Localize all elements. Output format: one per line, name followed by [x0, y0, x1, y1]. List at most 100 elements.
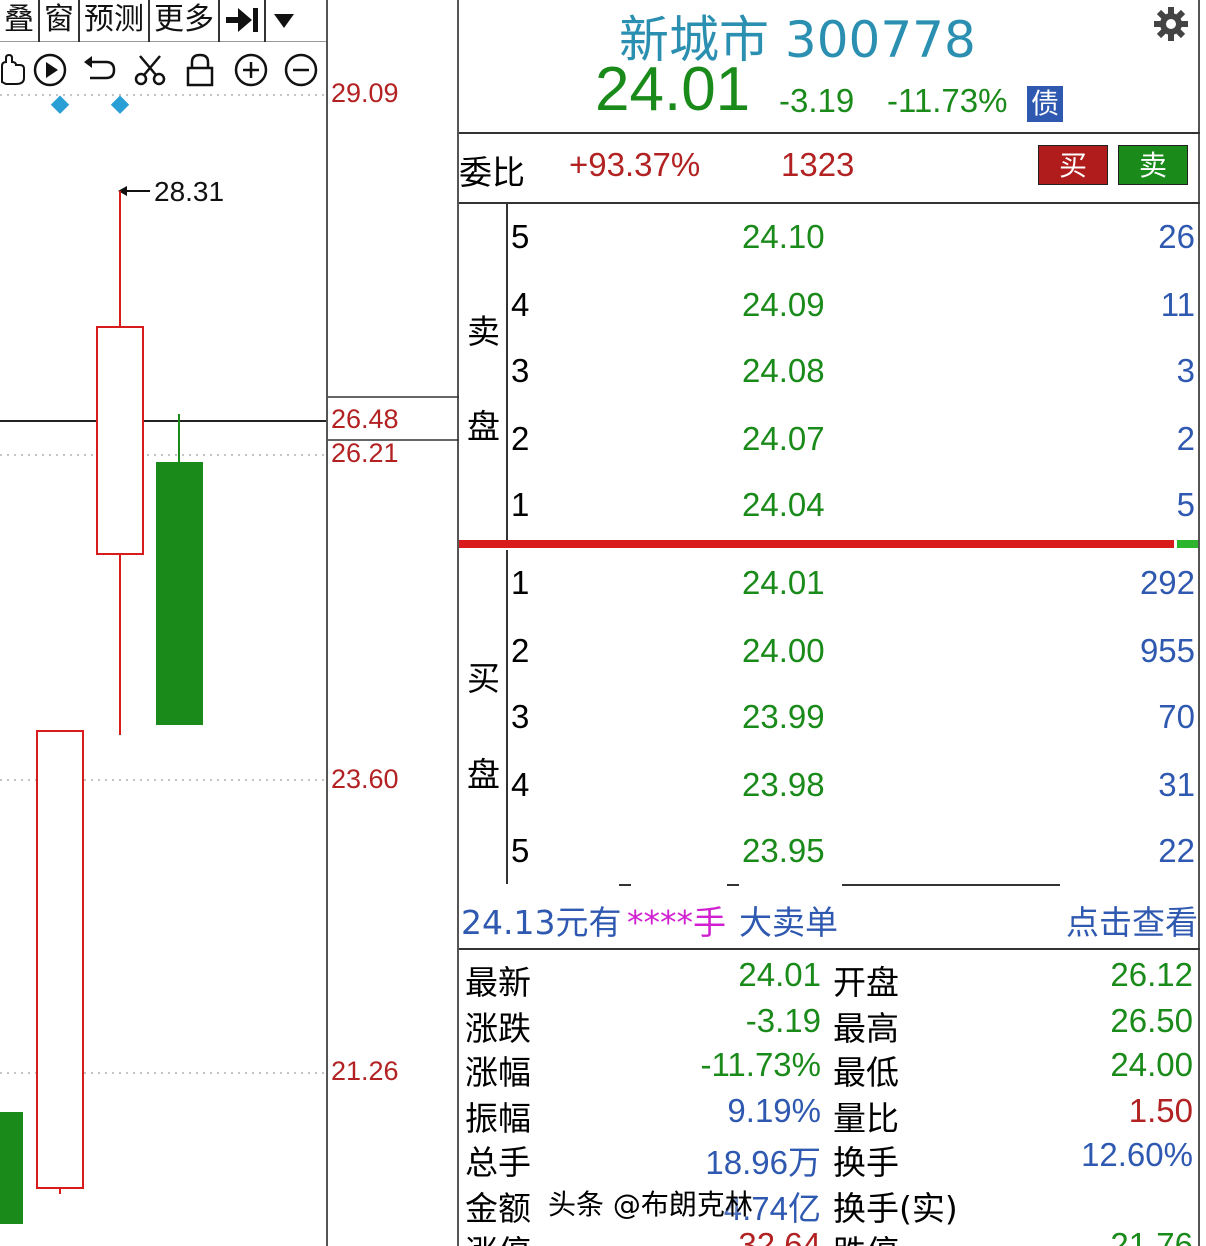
- kline-chart-panel[interactable]: 28.31 叠 窗 预测 更多: [0, 0, 328, 1246]
- sell-side-label: 盘: [467, 407, 500, 446]
- chart-toolbar: 叠 窗 预测 更多: [0, 0, 326, 42]
- ask-level: 4: [511, 286, 530, 323]
- stat-label: 换手(实): [833, 1189, 958, 1228]
- skip-to-end-button[interactable]: [220, 0, 266, 42]
- axis-label: 26.21: [331, 438, 399, 468]
- stat-label: 涨幅: [465, 1053, 531, 1092]
- skip-end-icon: [226, 8, 258, 32]
- book-divider: [506, 204, 508, 540]
- stat-value: 12.60%: [1081, 1136, 1193, 1173]
- divider: [459, 132, 1200, 134]
- divider: [619, 884, 631, 886]
- bid-volume: 955: [1139, 632, 1195, 669]
- chart-tools-row: [0, 48, 326, 92]
- divider: [727, 884, 739, 886]
- bid-level: 1: [511, 564, 530, 601]
- toolbar-overlay-button[interactable]: 叠: [0, 0, 40, 42]
- big-order-hands: ****手: [627, 903, 726, 942]
- stat-value: 9.19%: [727, 1092, 821, 1129]
- divider: [842, 884, 1060, 886]
- stat-value: 32.64: [738, 1226, 821, 1246]
- undo-icon[interactable]: [82, 52, 118, 88]
- bid-level: 3: [511, 698, 530, 735]
- zoom-out-icon[interactable]: [283, 52, 319, 88]
- toolbar-forecast-button[interactable]: 预测: [80, 0, 150, 42]
- big-order-text: 大卖单: [739, 903, 838, 942]
- ask-level: 3: [511, 352, 530, 389]
- bid-level: 2: [511, 632, 530, 669]
- stat-label: 开盘: [833, 963, 899, 1002]
- high-annotation: 28.31: [154, 176, 224, 207]
- buy-side-label: 盘: [467, 755, 500, 794]
- ask-volume: 11: [1160, 286, 1195, 323]
- chevron-down-icon: [274, 14, 294, 28]
- toolbar-more-button[interactable]: 更多: [150, 0, 220, 42]
- stat-label: 跌停: [833, 1226, 899, 1246]
- ask-level: 5: [511, 218, 530, 255]
- stat-value: 24.00: [1110, 1046, 1193, 1083]
- ask-price[interactable]: 24.07: [742, 420, 825, 458]
- buy-button[interactable]: 买: [1038, 145, 1108, 185]
- bid-price[interactable]: 24.01: [742, 564, 825, 602]
- stat-label: 最新: [465, 963, 531, 1002]
- quote-panel: 新城市 300778 24.01 -3.19 -11.73% 债 委比 +93.…: [459, 0, 1200, 1246]
- stat-label: 最高: [833, 1009, 899, 1048]
- bid-price[interactable]: 24.00: [742, 632, 825, 670]
- ask-volume: 26: [1158, 218, 1195, 255]
- divider: [459, 948, 1200, 950]
- price-change-percent: -11.73%: [887, 82, 1008, 119]
- gear-icon[interactable]: [1153, 6, 1189, 42]
- hand-icon[interactable]: [0, 52, 30, 88]
- zoom-in-icon[interactable]: [233, 52, 269, 88]
- stat-value: 18.96万: [705, 1144, 821, 1181]
- stat-value: 26.12: [1110, 956, 1193, 993]
- play-icon[interactable]: [32, 52, 68, 88]
- scissors-icon[interactable]: [132, 52, 168, 88]
- axis-label: 21.26: [331, 1056, 399, 1086]
- kline-chart: 28.31: [0, 94, 326, 1224]
- book-divider: [506, 550, 508, 884]
- candle-up: [36, 730, 84, 1189]
- stat-label: 振幅: [465, 1099, 531, 1138]
- order-ratio-percent: +93.37%: [569, 146, 701, 183]
- view-details-link[interactable]: 点击查看: [1066, 896, 1198, 944]
- bid-price[interactable]: 23.95: [742, 832, 825, 870]
- stat-value: 26.50: [1110, 1002, 1193, 1039]
- ask-price[interactable]: 24.04: [742, 486, 825, 524]
- sell-side-label: 卖: [467, 312, 500, 351]
- bid-level: 4: [511, 766, 530, 803]
- stat-value: 1.50: [1128, 1092, 1193, 1129]
- axis-label: 29.09: [331, 78, 399, 108]
- stat-label: 涨跌: [465, 1009, 531, 1048]
- ask-level: 1: [511, 486, 530, 523]
- big-order-price: 24.13元有: [461, 903, 622, 942]
- bid-volume: 22: [1158, 832, 1195, 869]
- candle-down: [0, 1112, 23, 1224]
- last-price: 24.01: [595, 55, 751, 124]
- price-change: -3.19: [779, 82, 855, 119]
- ask-price[interactable]: 24.08: [742, 352, 825, 390]
- order-ratio-label: 委比: [459, 153, 525, 192]
- sell-button[interactable]: 卖: [1118, 145, 1188, 185]
- stat-label: 换手: [833, 1143, 899, 1182]
- lock-icon[interactable]: [182, 52, 218, 88]
- spread-bar-red: [459, 540, 1174, 548]
- stat-value: 24.01: [738, 956, 821, 993]
- axis-label: 26.48: [331, 404, 399, 434]
- ask-level: 2: [511, 420, 530, 457]
- divider: [459, 202, 1200, 204]
- stat-value: 21.76: [1110, 1226, 1193, 1246]
- ask-price[interactable]: 24.09: [742, 286, 825, 324]
- ask-price[interactable]: 24.10: [742, 218, 825, 256]
- bond-badge[interactable]: 债: [1027, 86, 1063, 122]
- dropdown-button[interactable]: [266, 0, 304, 42]
- price-axis: 29.09 26.48 26.21 23.60 21.26: [328, 0, 459, 1246]
- stat-label: 涨停: [465, 1226, 531, 1246]
- watermark: 头条 @布朗克林: [548, 1188, 753, 1221]
- big-order-ticker: 24.13元有 ****手 大卖单 点击查看: [459, 896, 1200, 944]
- bid-price[interactable]: 23.99: [742, 698, 825, 736]
- stat-label: 金额: [465, 1189, 531, 1228]
- bid-volume: 70: [1158, 698, 1195, 735]
- toolbar-window-button[interactable]: 窗: [40, 0, 80, 42]
- bid-price[interactable]: 23.98: [742, 766, 825, 804]
